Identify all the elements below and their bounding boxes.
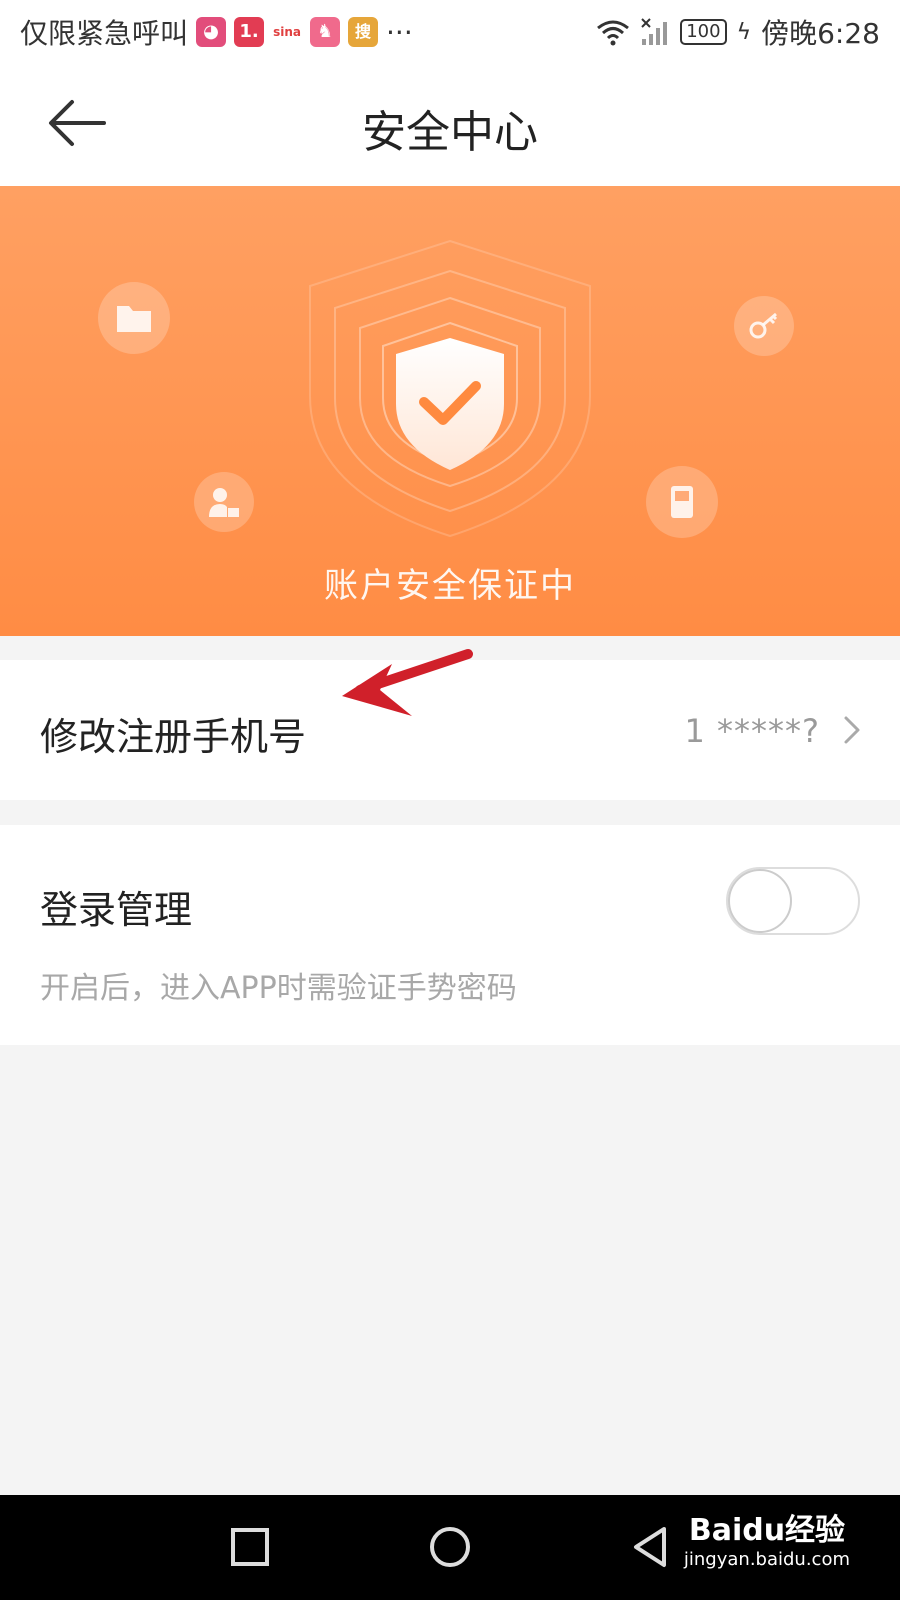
shield-check-icon: [396, 338, 504, 470]
change-phone-label: 修改注册手机号: [40, 715, 307, 759]
sina-app-icon: sina: [272, 17, 303, 47]
battery-icon: 100: [680, 19, 727, 45]
bird-app-icon: ♞: [310, 17, 341, 47]
user-lock-icon: [194, 472, 254, 532]
banner-status-text: 账户安全保证中: [324, 566, 576, 606]
back-nav-button[interactable]: [630, 1525, 670, 1569]
page-title: 安全中心: [362, 107, 538, 158]
chevron-right-icon: [844, 716, 860, 744]
change-phone-row[interactable]: 修改注册手机号 1 *****?: [0, 649, 900, 800]
baidu-watermark: Baidu经验 jingyan.baidu.com: [684, 1505, 850, 1570]
title-bar: 安全中心: [0, 62, 900, 186]
annotation-arrow: [342, 649, 473, 716]
status-right: 100 ϟ 傍晚6:28: [596, 12, 880, 52]
login-management-description: 开启后，进入APP时需验证手势密码: [40, 971, 517, 1006]
carrier-text: 仅限紧急呼叫: [20, 17, 189, 50]
status-left: 仅限紧急呼叫 ◕ 1. sina ♞ 搜 ···: [20, 12, 413, 52]
sogou-app-icon: 搜: [348, 17, 379, 47]
login-management-label: 登录管理: [40, 888, 193, 932]
gesture-password-toggle[interactable]: [726, 867, 860, 935]
more-notifications-icon: ···: [386, 15, 413, 49]
clock: 傍晚6:28: [761, 17, 880, 50]
phone-icon: [646, 466, 718, 538]
key-icon: [734, 296, 794, 356]
news-app-icon: 1.: [234, 17, 265, 47]
login-management-section: 登录管理 开启后，进入APP时需验证手势密码: [0, 825, 900, 1045]
watermark-brand: Baidu经验: [688, 1513, 846, 1548]
security-banner: 账户安全保证中: [0, 186, 900, 636]
charging-icon: ϟ: [736, 19, 752, 45]
folder-icon: [98, 282, 170, 354]
weibo-app-icon: ◕: [196, 17, 227, 47]
watermark-url: jingyan.baidu.com: [683, 1549, 850, 1570]
masked-phone-number: 1 *****?: [684, 712, 820, 750]
home-button[interactable]: [428, 1525, 472, 1569]
toggle-knob: [728, 869, 792, 933]
recent-apps-button[interactable]: [230, 1527, 270, 1567]
wifi-icon: [597, 20, 630, 46]
system-nav-bar: Baidu经验 jingyan.baidu.com: [0, 1495, 900, 1600]
no-signal-icon: [641, 18, 668, 45]
status-bar: 仅限紧急呼叫 ◕ 1. sina ♞ 搜 ··· 100 ϟ 傍晚6:28: [0, 0, 900, 62]
